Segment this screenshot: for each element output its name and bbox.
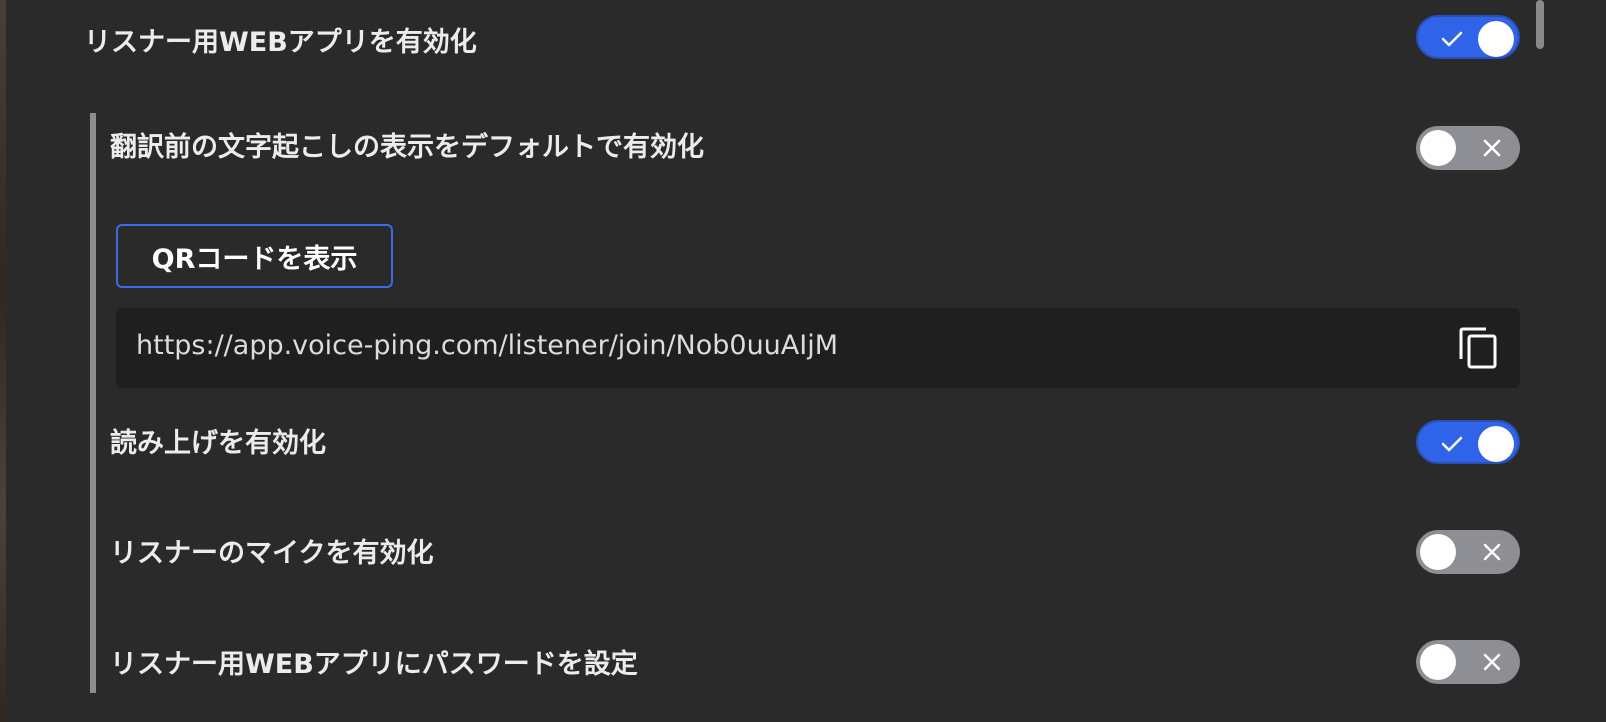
toggle-knob [1420,534,1456,570]
show-original-transcript-toggle[interactable] [1416,126,1520,170]
toggle-knob [1420,130,1456,166]
close-icon [1483,653,1501,671]
check-icon [1441,436,1463,452]
web-app-enable-label: リスナー用WEBアプリを有効化 [84,27,477,58]
show-qr-code-button[interactable]: QRコードを表示 [116,224,393,288]
check-icon [1441,31,1463,47]
web-app-enable-toggle[interactable] [1416,15,1520,59]
copy-url-button[interactable] [1456,325,1502,371]
listener-mic-label: リスナーのマイクを有効化 [110,538,434,569]
scrollbar-thumb[interactable] [1536,0,1544,49]
listener-mic-toggle[interactable] [1416,530,1520,574]
toggle-knob [1478,21,1514,57]
read-aloud-toggle[interactable] [1416,420,1520,464]
listener-url-box: https://app.voice-ping.com/listener/join… [116,308,1520,388]
settings-panel: リスナー用WEBアプリを有効化 翻訳前の文字起こしの表示をデフォルトで有効化 Q… [6,0,1606,722]
toggle-knob [1420,644,1456,680]
read-aloud-label: 読み上げを有効化 [110,428,326,459]
password-toggle[interactable] [1416,640,1520,684]
close-icon [1483,543,1501,561]
listener-url-text: https://app.voice-ping.com/listener/join… [136,330,839,361]
copy-icon [1459,327,1497,369]
close-icon [1483,139,1501,157]
password-label: リスナー用WEBアプリにパスワードを設定 [110,649,638,680]
toggle-knob [1478,426,1514,462]
show-original-transcript-label: 翻訳前の文字起こしの表示をデフォルトで有効化 [110,132,704,163]
nested-group-bar [90,113,96,693]
